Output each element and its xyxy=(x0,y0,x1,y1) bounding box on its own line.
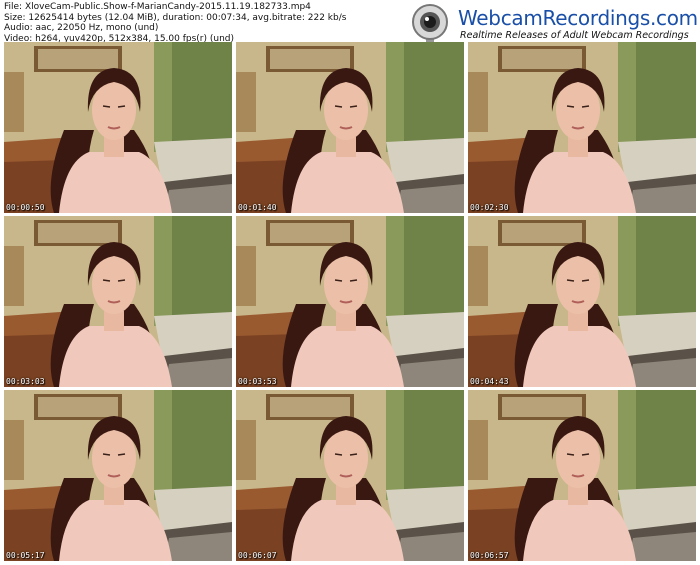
audio-info: Audio: aac, 22050 Hz, mono (und) xyxy=(4,23,159,34)
thumbnail-timestamp: 00:03:03 xyxy=(6,377,45,386)
thumbnail-timestamp: 00:06:57 xyxy=(470,551,509,560)
video-thumbnail: 00:03:53 xyxy=(236,216,464,387)
video-thumbnail: 00:05:17 xyxy=(4,390,232,561)
video-thumbnail: 00:00:50 xyxy=(4,42,232,213)
thumbnail-timestamp: 00:06:07 xyxy=(238,551,277,560)
brand-tagline: Realtime Releases of Adult Webcam Record… xyxy=(460,30,689,41)
video-thumbnail: 00:06:07 xyxy=(236,390,464,561)
video-thumbnail: 00:03:03 xyxy=(4,216,232,387)
file-info: File: XloveCam-Public.Show-f-MarianCandy… xyxy=(4,2,346,44)
file-name: File: XloveCam-Public.Show-f-MarianCandy… xyxy=(4,2,311,12)
video-thumbnail: 00:02:30 xyxy=(468,42,696,213)
file-size: Size: 12625414 bytes (12.04 MiB), durati… xyxy=(4,12,347,23)
thumbnail-timestamp: 00:02:30 xyxy=(470,203,509,212)
thumbnail-timestamp: 00:01:40 xyxy=(238,203,277,212)
brand-name: WebcamRecordings.com xyxy=(458,6,698,30)
thumbnail-timestamp: 00:05:17 xyxy=(6,551,45,560)
video-thumbnail: 00:06:57 xyxy=(468,390,696,561)
video-thumbnail: 00:01:40 xyxy=(236,42,464,213)
thumbnail-timestamp: 00:00:50 xyxy=(6,203,45,212)
video-thumbnail: 00:04:43 xyxy=(468,216,696,387)
thumbnail-timestamp: 00:04:43 xyxy=(470,377,509,386)
thumbnail-timestamp: 00:03:53 xyxy=(238,377,277,386)
